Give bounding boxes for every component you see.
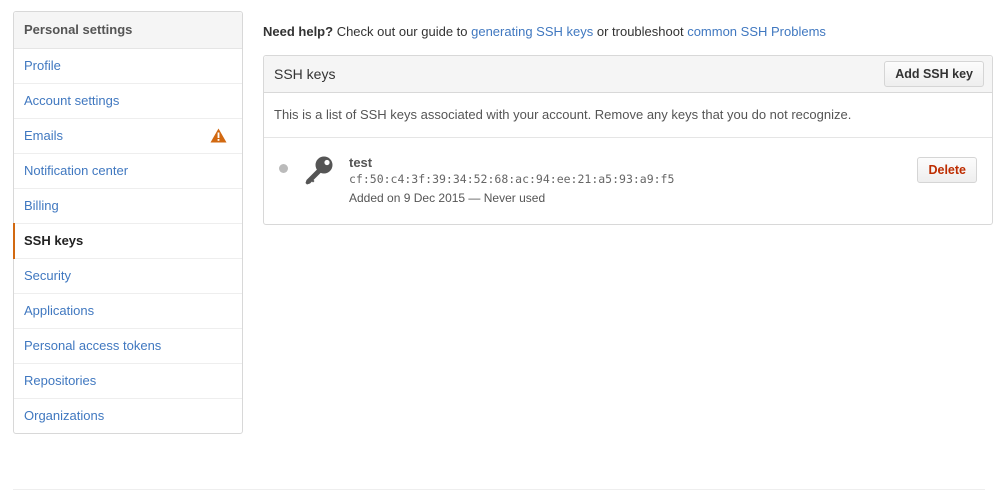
panel-header: SSH keys Add SSH key [264, 56, 992, 93]
help-text-part1: Check out our guide to [333, 24, 472, 39]
sidebar-item-profile[interactable]: Profile [14, 49, 242, 84]
key-status-dot [279, 164, 288, 173]
help-text-part2: or troubleshoot [593, 24, 688, 39]
sidebar-item-security[interactable]: Security [14, 259, 242, 294]
sidebar-item-notification-center[interactable]: Notification center [14, 154, 242, 189]
sidebar-item-personal-access-tokens[interactable]: Personal access tokens [14, 329, 242, 364]
sidebar-item-account-settings[interactable]: Account settings [14, 84, 242, 119]
warning-icon [210, 128, 227, 143]
sidebar-item-organizations[interactable]: Organizations [14, 399, 242, 433]
delete-key-button[interactable]: Delete [917, 157, 977, 183]
sidebar-item-billing[interactable]: Billing [14, 189, 242, 224]
help-text: Need help? Check out our guide to genera… [263, 24, 826, 39]
sidebar-item-repositories[interactable]: Repositories [14, 364, 242, 399]
sidebar-item-applications[interactable]: Applications [14, 294, 242, 329]
footer-divider [13, 489, 985, 490]
key-icon [305, 156, 333, 185]
help-prefix: Need help? [263, 24, 334, 39]
panel-description: This is a list of SSH keys associated wi… [264, 93, 992, 138]
settings-sidebar: Personal settings Profile Account settin… [13, 11, 243, 434]
panel-title: SSH keys [274, 66, 336, 82]
sidebar-item-label: Emails [24, 128, 64, 143]
key-added-info: Added on 9 Dec 2015 — Never used [349, 191, 546, 205]
key-title: test [349, 155, 373, 170]
sidebar-item-emails[interactable]: Emails [14, 119, 242, 154]
generating-ssh-keys-link[interactable]: generating SSH keys [471, 24, 593, 39]
sidebar-header: Personal settings [14, 12, 242, 49]
sidebar-item-ssh-keys[interactable]: SSH keys [13, 223, 242, 259]
ssh-key-item: test cf:50:c4:3f:39:34:52:68:ac:94:ee:21… [264, 138, 992, 224]
ssh-keys-panel: SSH keys Add SSH key This is a list of S… [263, 55, 993, 225]
key-fingerprint: cf:50:c4:3f:39:34:52:68:ac:94:ee:21:a5:9… [349, 172, 675, 186]
common-ssh-problems-link[interactable]: common SSH Problems [687, 24, 826, 39]
add-ssh-key-button[interactable]: Add SSH key [884, 61, 984, 87]
